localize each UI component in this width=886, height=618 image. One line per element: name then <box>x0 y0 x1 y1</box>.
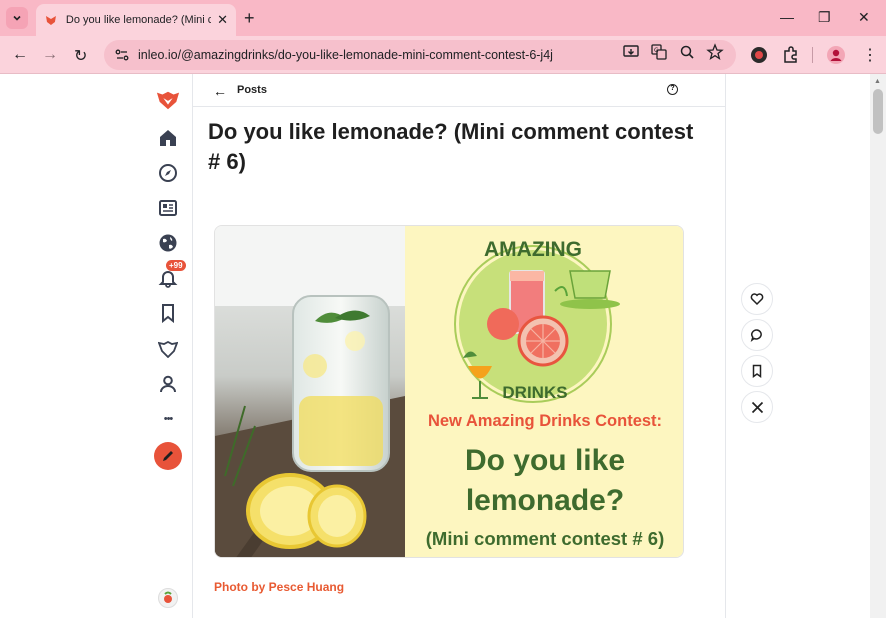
tab-close-icon[interactable]: ✕ <box>217 12 228 28</box>
poster-brand-bottom: DRINKS <box>502 383 567 402</box>
minimize-button[interactable]: — <box>780 9 794 25</box>
user-icon[interactable] <box>156 372 180 396</box>
scroll-up-icon[interactable]: ▲ <box>874 78 881 85</box>
x-share-icon <box>751 401 763 413</box>
browser-tab-active[interactable]: Do you like lemonade? (Mini co ✕ <box>36 4 236 36</box>
news-icon[interactable] <box>156 196 180 220</box>
left-divider <box>192 74 193 618</box>
translate-icon[interactable]: G <box>650 43 668 61</box>
user-avatar[interactable] <box>156 586 180 610</box>
home-icon[interactable] <box>156 126 180 150</box>
pencil-icon <box>163 451 173 461</box>
restore-button[interactable]: ❐ <box>818 9 831 26</box>
compose-button[interactable] <box>154 442 182 470</box>
leo-logo-icon[interactable] <box>156 88 180 112</box>
poster-question-line2: lemonade? <box>466 484 624 517</box>
posts-link[interactable]: Posts <box>237 84 267 96</box>
comment-button[interactable] <box>741 319 773 351</box>
back-button[interactable]: ← <box>12 46 28 64</box>
svg-text:G: G <box>654 47 659 54</box>
globe-icon[interactable] <box>156 231 180 255</box>
compass-icon[interactable] <box>156 161 180 185</box>
install-app-icon[interactable] <box>622 43 640 61</box>
profile-avatar-icon[interactable] <box>826 45 846 65</box>
url-text: inleo.io/@amazingdrinks/do-you-like-lemo… <box>138 48 553 62</box>
bookmark-icon <box>752 364 762 378</box>
post-hero-image[interactable]: AMAZING DRINKS New Amazing Drinks Contes… <box>214 225 684 558</box>
browser-menu-icon[interactable]: ⋮ <box>862 45 878 65</box>
window-close-button[interactable]: ✕ <box>858 9 870 26</box>
site-info-icon <box>115 49 129 61</box>
like-button[interactable] <box>741 283 773 315</box>
reload-button[interactable]: ↻ <box>74 46 87 66</box>
share-x-button[interactable] <box>741 391 773 423</box>
browser-tab-strip: Do you like lemonade? (Mini co ✕ + — ❐ ✕ <box>0 0 886 36</box>
bookmark-post-button[interactable] <box>741 355 773 387</box>
tab-title: Do you like lemonade? (Mini co <box>65 14 212 26</box>
bookmark-star-icon[interactable] <box>706 43 724 61</box>
poster-question-line1: Do you like <box>465 444 625 477</box>
leo-threads-icon[interactable] <box>156 337 180 361</box>
tab-search-button[interactable] <box>6 7 28 29</box>
poster-brand-top: AMAZING <box>484 238 582 261</box>
page-scrollbar[interactable]: ▲ <box>870 74 886 618</box>
left-nav-rail: +99 ••• <box>150 74 192 618</box>
poster-contest-heading: New Amazing Drinks Contest: <box>428 412 662 430</box>
post-header: ← Posts ? <box>193 74 725 107</box>
heart-icon <box>750 293 764 306</box>
comment-icon <box>750 329 762 342</box>
scrollbar-thumb[interactable] <box>873 89 883 134</box>
address-bar[interactable]: inleo.io/@amazingdrinks/do-you-like-lemo… <box>104 40 736 70</box>
new-tab-button[interactable]: + <box>244 8 255 29</box>
browser-toolbar: ← → ↻ inleo.io/@amazingdrinks/do-you-lik… <box>0 36 886 74</box>
extension-icon[interactable] <box>749 45 769 65</box>
bookmark-nav-icon[interactable] <box>156 301 180 325</box>
back-arrow-icon[interactable]: ← <box>213 83 227 99</box>
notification-badge: +99 <box>166 260 186 271</box>
forward-button[interactable]: → <box>42 46 58 64</box>
right-divider <box>725 74 726 618</box>
poster-subtitle: (Mini comment contest # 6) <box>426 528 664 549</box>
chevron-down-icon <box>13 15 21 21</box>
photo-credit-link[interactable]: Photo by Pesce Huang <box>214 580 344 594</box>
extensions-puzzle-icon[interactable] <box>781 45 801 65</box>
toolbar-separator <box>812 47 813 63</box>
help-icon[interactable]: ? <box>667 84 678 95</box>
zoom-icon[interactable] <box>678 43 696 61</box>
leo-favicon-icon <box>45 16 56 25</box>
bell-icon[interactable]: +99 <box>156 260 186 290</box>
lemonade-poster-image: AMAZING DRINKS New Amazing Drinks Contes… <box>215 226 683 557</box>
page-title: Do you like lemonade? (Mini comment cont… <box>208 119 694 174</box>
more-icon[interactable]: ••• <box>156 407 180 431</box>
